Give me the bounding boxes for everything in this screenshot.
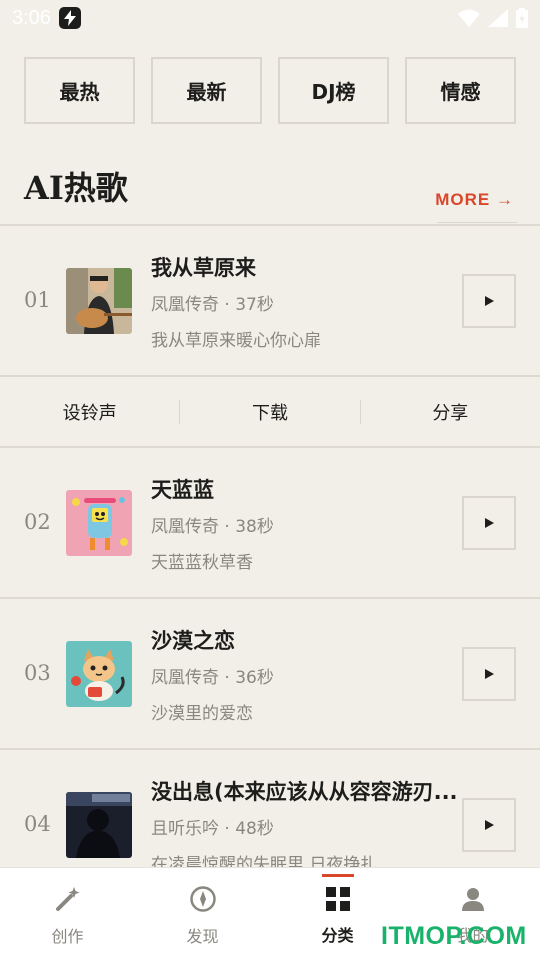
song-lyric: 天蓝蓝秋草香 bbox=[151, 553, 253, 573]
song-row[interactable]: 03 沙漠之恋 凤凰传奇 · 36秒 沙漠里的爱恋 bbox=[0, 599, 540, 749]
download-button[interactable]: 下载 bbox=[180, 399, 359, 425]
magic-wand-icon bbox=[55, 887, 79, 911]
play-button[interactable] bbox=[462, 647, 516, 701]
song-lyric: 我从草原来暖心你心扉 bbox=[151, 331, 321, 351]
category-dj-button[interactable]: DJ榜 bbox=[278, 57, 389, 124]
flash-icon bbox=[58, 7, 81, 29]
category-newest-button[interactable]: 最新 bbox=[151, 57, 262, 124]
play-icon bbox=[485, 296, 494, 306]
song-meta: 凤凰传奇 · 38秒 bbox=[151, 517, 274, 537]
set-ringtone-button[interactable]: 设铃声 bbox=[0, 399, 179, 425]
signal-icon bbox=[488, 9, 508, 27]
song-lyric: 沙漠里的爱恋 bbox=[151, 704, 253, 724]
song-cover-silhouette bbox=[66, 792, 132, 858]
song-rank: 03 bbox=[24, 661, 51, 685]
song-title: 沙漠之恋 bbox=[151, 629, 235, 653]
nav-discover[interactable]: 发现 bbox=[135, 868, 270, 960]
song-title: 我从草原来 bbox=[151, 256, 256, 280]
play-icon bbox=[485, 669, 494, 679]
song-row[interactable]: 01 我从草原来 凤凰传奇 · 37秒 我从草原来暖心你心扉 bbox=[0, 226, 540, 376]
nav-create[interactable]: 创作 bbox=[0, 868, 135, 960]
category-tabs: 最热 最新 DJ榜 情感 bbox=[24, 57, 516, 124]
song-cover-guitarist bbox=[66, 268, 132, 334]
song-meta: 且听乐吟 · 48秒 bbox=[151, 819, 274, 839]
battery-icon bbox=[516, 8, 528, 28]
song-cover-cat bbox=[66, 641, 132, 707]
section-title: AI热歌 bbox=[24, 169, 128, 207]
song-cover-cartoon bbox=[66, 490, 132, 556]
song-meta: 凤凰传奇 · 36秒 bbox=[151, 668, 274, 688]
song-rank: 04 bbox=[24, 812, 51, 836]
song-rank: 01 bbox=[24, 288, 51, 312]
song-actions: 设铃声 下载 分享 bbox=[0, 377, 540, 447]
category-hottest-button[interactable]: 最热 bbox=[24, 57, 135, 124]
song-row[interactable]: 02 天蓝蓝 凤凰传奇 · 38秒 天蓝蓝秋草香 bbox=[0, 448, 540, 598]
share-button[interactable]: 分享 bbox=[361, 399, 540, 425]
status-bar: 3:06 bbox=[0, 0, 540, 36]
category-emotion-button[interactable]: 情感 bbox=[405, 57, 516, 124]
play-button[interactable] bbox=[462, 798, 516, 852]
watermark: ITMOP.COM bbox=[381, 922, 527, 950]
song-title: 没出息(本来应该从从容容游刃... bbox=[151, 780, 458, 804]
nav-label: 发现 bbox=[186, 927, 219, 946]
nav-label: 分类 bbox=[321, 926, 354, 945]
play-button[interactable] bbox=[462, 274, 516, 328]
play-icon bbox=[485, 820, 494, 830]
user-icon bbox=[461, 888, 484, 911]
song-title: 天蓝蓝 bbox=[151, 478, 214, 502]
more-underline bbox=[437, 222, 517, 223]
status-time: 3:06 bbox=[12, 6, 51, 29]
song-rank: 02 bbox=[24, 510, 51, 534]
more-link[interactable]: MORE → bbox=[435, 190, 514, 210]
play-button[interactable] bbox=[462, 496, 516, 550]
grid-icon bbox=[325, 887, 350, 911]
play-icon bbox=[485, 518, 494, 528]
nav-label: 创作 bbox=[51, 927, 84, 946]
song-meta: 凤凰传奇 · 37秒 bbox=[151, 295, 274, 315]
wifi-icon bbox=[458, 9, 480, 27]
compass-icon bbox=[189, 886, 216, 912]
active-indicator bbox=[321, 874, 354, 877]
